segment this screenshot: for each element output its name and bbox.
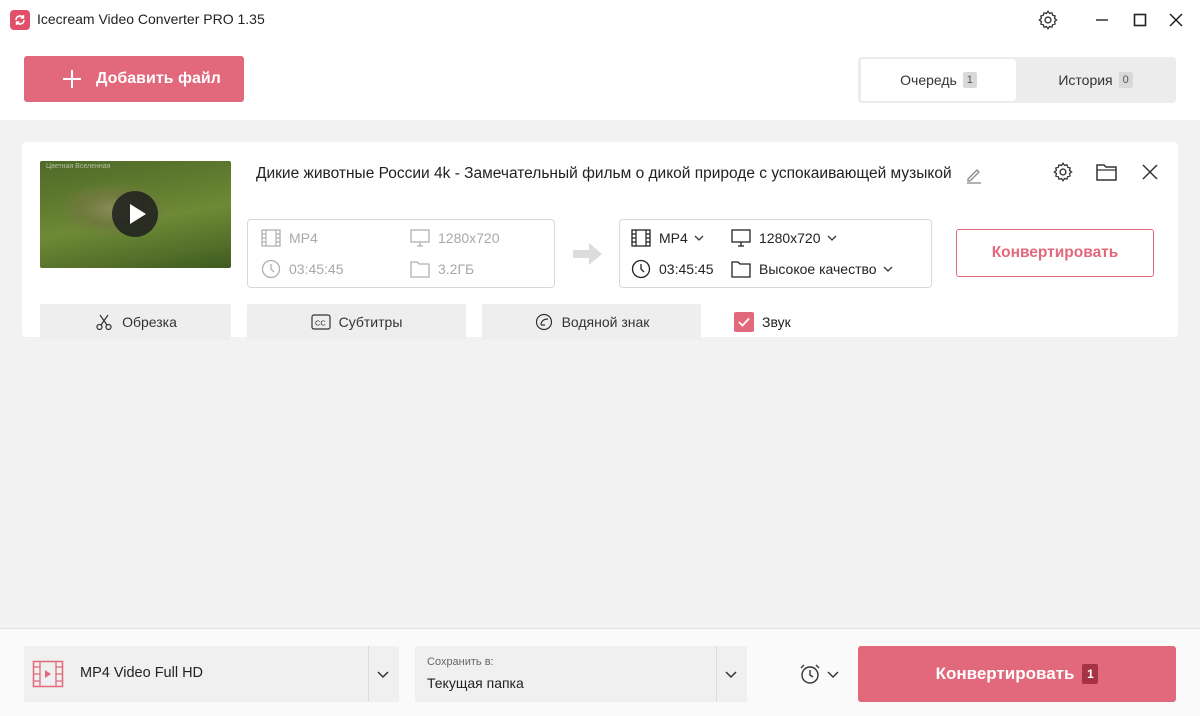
chevron-down-icon [694, 235, 704, 241]
source-duration: 03:45:45 [260, 259, 344, 279]
sound-checkbox[interactable] [734, 312, 754, 332]
target-duration: 03:45:45 [630, 259, 714, 279]
watermark-label: Водяной знак [561, 314, 650, 330]
target-resolution-value: 1280x720 [759, 230, 821, 246]
thumbnail-watermark: Цветная Вселенная [46, 163, 111, 170]
schedule-button[interactable] [798, 659, 846, 689]
scissors-icon [94, 312, 114, 332]
app-logo-icon [10, 10, 30, 30]
chevron-down-icon [827, 235, 836, 241]
tab-history-label: История [1058, 72, 1113, 88]
maximize-icon[interactable] [1128, 8, 1152, 32]
source-resolution-value: 1280x720 [438, 230, 500, 246]
chevron-down-icon [827, 671, 839, 678]
monitor-icon [409, 228, 431, 248]
folder-icon [409, 259, 431, 279]
video-thumbnail[interactable]: Цветная Вселенная [40, 161, 231, 268]
target-resolution-dropdown[interactable]: 1280x720 [730, 228, 837, 248]
file-name: Дикие животные России 4k - Замечательный… [256, 165, 952, 182]
clock-icon [260, 259, 282, 279]
convert-count-badge: 1 [1082, 664, 1099, 684]
save-to-label: Сохранить в: [427, 656, 494, 668]
watermark-button[interactable]: Водяной знак [482, 304, 701, 340]
add-file-label: Добавить файл [96, 70, 221, 87]
title-bar: Icecream Video Converter PRO 1.35 [0, 0, 1200, 40]
header: Добавить файл Очередь 1 История 0 [0, 40, 1200, 120]
save-to-dropdown[interactable]: Сохранить в: Текущая папка [415, 646, 747, 702]
divider [716, 646, 717, 702]
queue-count-badge: 1 [962, 72, 977, 88]
save-to-value: Текущая папка [427, 675, 524, 691]
minimize-icon[interactable] [1090, 8, 1114, 32]
tab-switcher: Очередь 1 История 0 [858, 57, 1176, 103]
edit-icon[interactable] [965, 166, 983, 184]
window-title: Icecream Video Converter PRO 1.35 [37, 11, 265, 27]
source-format-value: MP4 [289, 230, 318, 246]
source-format: MP4 [260, 228, 318, 248]
remove-item-icon[interactable] [1138, 160, 1162, 184]
convert-all-button[interactable]: Конвертировать 1 [858, 646, 1176, 702]
target-quality-dropdown[interactable]: Высокое качество [730, 259, 893, 279]
history-count-badge: 0 [1118, 72, 1133, 88]
svg-text:CC: CC [315, 319, 326, 328]
convert-all-label: Конвертировать [935, 664, 1075, 683]
source-duration-value: 03:45:45 [289, 261, 344, 277]
subtitles-button[interactable]: CC Субтитры [247, 304, 466, 340]
play-icon[interactable] [112, 191, 158, 237]
convert-item-button[interactable]: Конвертировать [956, 229, 1154, 277]
folder-icon[interactable] [1095, 160, 1119, 184]
sound-label: Звук [762, 314, 791, 330]
cc-icon: CC [311, 312, 331, 332]
settings-icon[interactable] [1036, 8, 1060, 32]
film-icon [32, 660, 64, 688]
alarm-icon [800, 664, 820, 684]
chevron-down-icon [883, 266, 893, 272]
source-info: MP4 1280x720 03:45:45 3.2ГБ [247, 219, 555, 288]
queue-item-card: Цветная Вселенная Дикие животные России … [22, 142, 1178, 340]
target-info: MP4 1280x720 03:45:45 Высокое качество [619, 219, 932, 288]
film-icon [260, 228, 282, 248]
clock-icon [630, 259, 652, 279]
folder-icon [730, 259, 752, 279]
target-format-dropdown[interactable]: MP4 [630, 228, 704, 248]
trim-button[interactable]: Обрезка [40, 304, 231, 340]
target-format-value: MP4 [659, 230, 688, 246]
film-icon [630, 228, 652, 248]
sound-toggle[interactable]: Звук [734, 312, 791, 332]
preset-label: MP4 Video Full HD [80, 665, 204, 681]
arrow-right-icon [573, 243, 602, 265]
monitor-icon [730, 228, 752, 248]
subtitles-label: Субтитры [338, 314, 403, 330]
trim-label: Обрезка [122, 314, 177, 330]
chevron-down-icon [725, 671, 737, 679]
target-duration-value: 03:45:45 [659, 261, 714, 277]
plus-icon [63, 70, 81, 88]
preset-dropdown[interactable]: MP4 Video Full HD [24, 646, 399, 702]
item-settings-icon[interactable] [1051, 160, 1075, 184]
tab-queue[interactable]: Очередь 1 [861, 59, 1016, 101]
source-size: 3.2ГБ [409, 259, 474, 279]
source-resolution: 1280x720 [409, 228, 500, 248]
chevron-down-icon [377, 671, 389, 679]
queue-area: Цветная Вселенная Дикие животные России … [0, 120, 1200, 628]
tab-queue-label: Очередь [900, 72, 957, 88]
watermark-icon [534, 312, 554, 332]
add-file-button[interactable]: Добавить файл [24, 56, 244, 102]
target-quality-value: Высокое качество [759, 261, 877, 277]
check-icon [738, 317, 750, 327]
source-size-value: 3.2ГБ [438, 261, 475, 277]
close-icon[interactable] [1164, 8, 1188, 32]
footer-bar: MP4 Video Full HD Сохранить в: Текущая п… [0, 628, 1200, 716]
divider [368, 646, 369, 702]
tab-history[interactable]: История 0 [1018, 59, 1173, 101]
